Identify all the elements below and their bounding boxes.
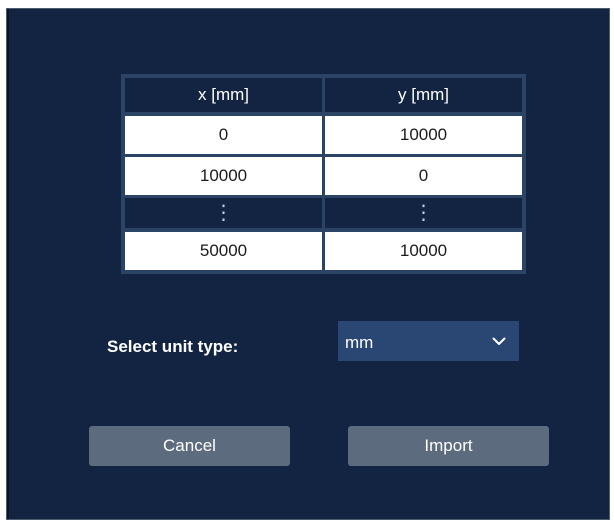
import-dialog: x [mm] y [mm] 0 10000 10000 0 ⋮ ⋮ 50000 … <box>6 8 610 520</box>
cell-row3-y[interactable]: 10000 <box>325 232 522 270</box>
cancel-button[interactable]: Cancel <box>89 426 290 466</box>
import-button[interactable]: Import <box>348 426 549 466</box>
header-x: x [mm] <box>125 78 322 112</box>
coordinate-table: x [mm] y [mm] 0 10000 10000 0 ⋮ ⋮ 50000 … <box>121 74 526 274</box>
cell-row1-y[interactable]: 10000 <box>325 116 522 154</box>
ellipsis-y: ⋮ <box>325 198 522 228</box>
ellipsis-x: ⋮ <box>125 198 322 228</box>
unit-type-value: mm <box>345 333 374 352</box>
chevron-down-icon <box>489 331 509 351</box>
dialog-edge <box>7 9 9 519</box>
cell-row2-y[interactable]: 0 <box>325 157 522 195</box>
cell-row2-x[interactable]: 10000 <box>125 157 322 195</box>
unit-type-select[interactable]: mm <box>338 321 519 361</box>
unit-type-label: Select unit type: <box>107 337 239 356</box>
cell-row3-x[interactable]: 50000 <box>125 232 322 270</box>
header-y: y [mm] <box>325 78 522 112</box>
cell-row1-x[interactable]: 0 <box>125 116 322 154</box>
